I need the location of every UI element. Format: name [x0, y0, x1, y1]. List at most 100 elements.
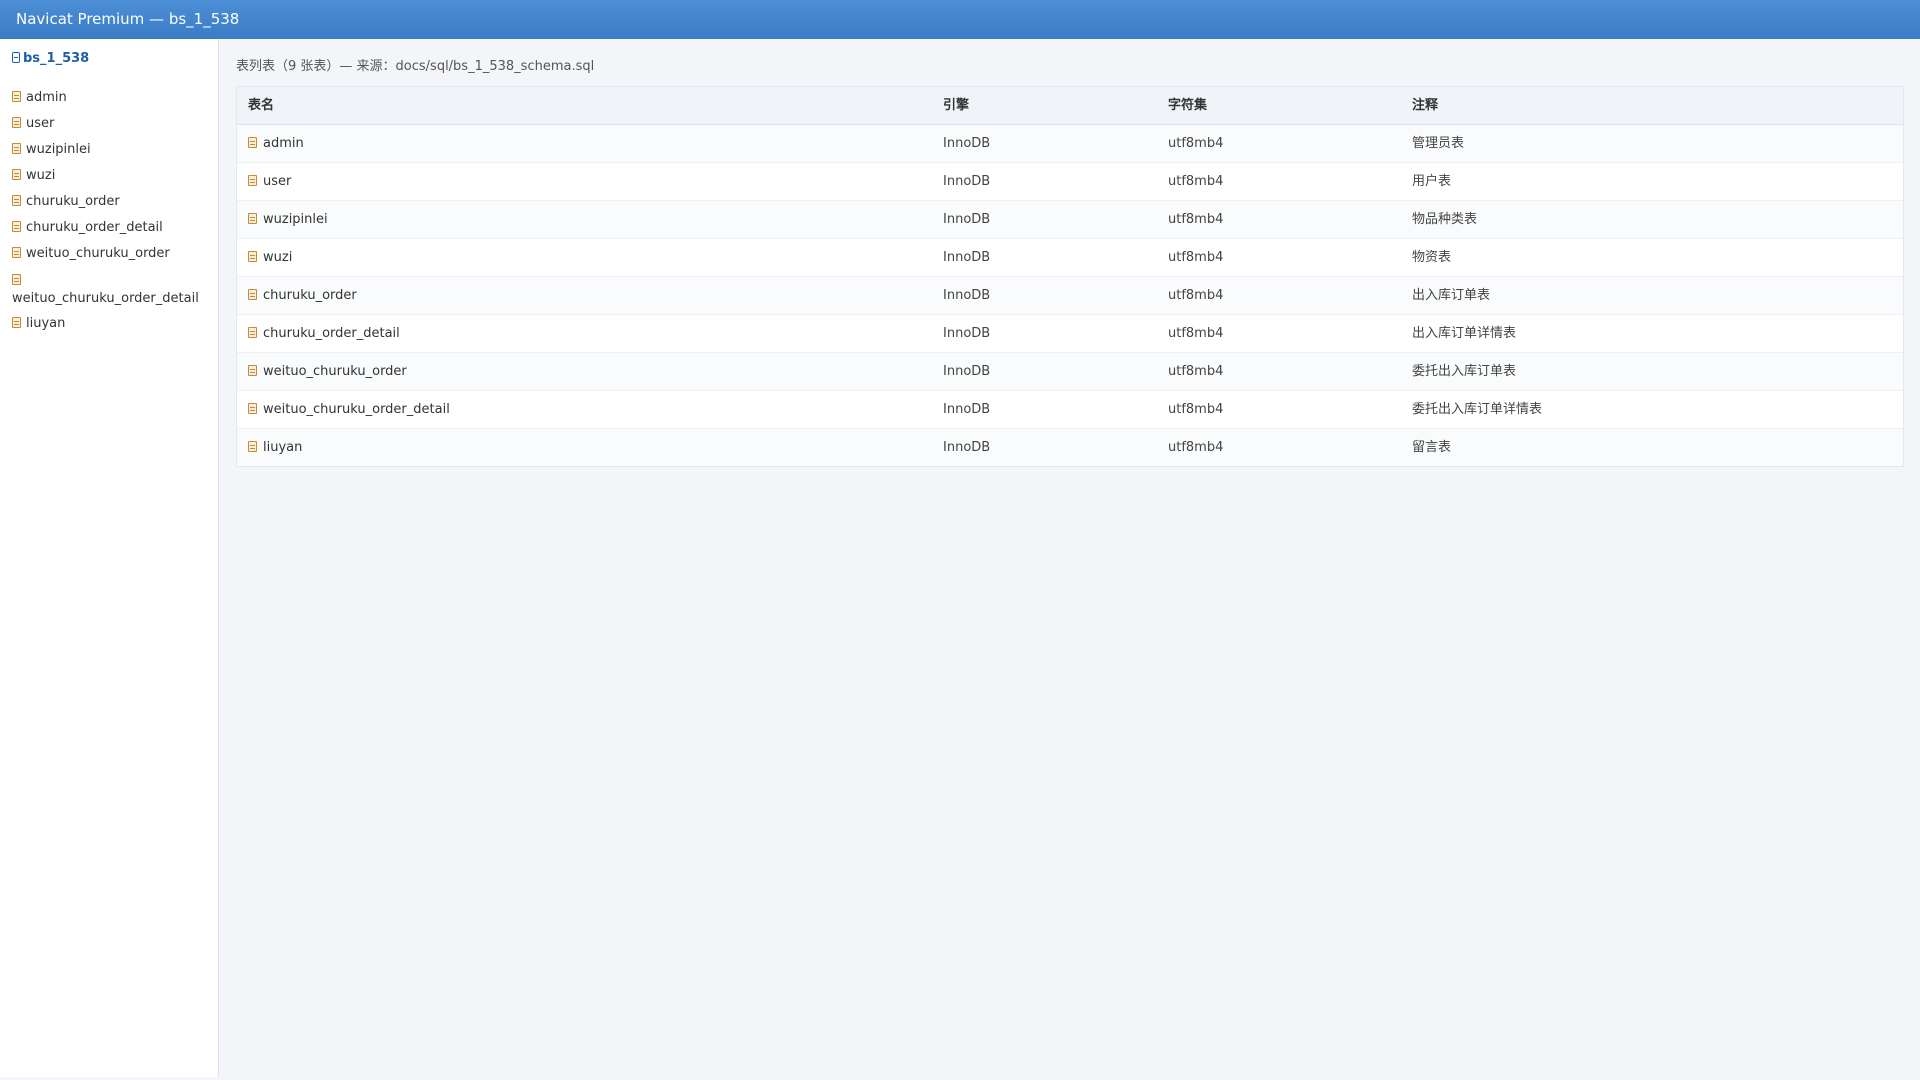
sidebar-item-churuku-order-detail[interactable]: churuku_order_detail: [12, 215, 212, 241]
table-icon: [248, 213, 257, 224]
database-icon: [12, 52, 20, 63]
sidebar-item-churuku-order[interactable]: churuku_order: [12, 189, 212, 215]
table-icon: [12, 317, 21, 328]
column-header-engine[interactable]: 引擎: [943, 87, 1168, 124]
cell-comment: 留言表: [1412, 440, 1452, 455]
cell-comment: 委托出入库订单详情表: [1412, 402, 1543, 417]
table-grid-header: 表名 引擎 字符集 注释: [237, 87, 1903, 125]
cell-table-name: liuyan: [237, 429, 943, 466]
table-name-text: wuzipinlei: [263, 212, 328, 227]
cell-comment: 物品种类表: [1412, 212, 1478, 227]
table-icon: [12, 91, 21, 102]
sidebar-item-label: user: [26, 116, 55, 131]
cell-engine: InnoDB: [943, 250, 991, 265]
cell-charset: utf8mb4: [1168, 364, 1224, 379]
column-header-comment[interactable]: 注释: [1412, 87, 1903, 124]
cell-comment: 物资表: [1412, 250, 1452, 265]
table-row[interactable]: user InnoDB utf8mb4 用户表: [237, 163, 1903, 201]
app-window: Navicat Premium — bs_1_538 bs_1_538 admi…: [0, 0, 1920, 1080]
table-icon: [248, 403, 257, 414]
cell-table-name: user: [237, 163, 943, 200]
table-name-text: wuzi: [263, 250, 293, 265]
table-icon: [12, 195, 21, 206]
cell-engine: InnoDB: [943, 136, 991, 151]
sidebar-item-weituo-churuku-order[interactable]: weituo_churuku_order: [12, 241, 212, 267]
sidebar-database-root[interactable]: bs_1_538: [12, 51, 89, 66]
cell-table-name: wuzipinlei: [237, 201, 943, 238]
cell-charset: utf8mb4: [1168, 212, 1224, 227]
sidebar-item-user[interactable]: user: [12, 111, 212, 137]
table-name-text: weituo_churuku_order: [263, 364, 407, 379]
cell-table-name: churuku_order: [237, 277, 943, 314]
sidebar-item-label: wuzipinlei: [26, 142, 91, 157]
table-row[interactable]: wuzipinlei InnoDB utf8mb4 物品种类表: [237, 201, 1903, 239]
cell-charset: utf8mb4: [1168, 250, 1224, 265]
sidebar-item-weituo-churuku-order-detail[interactable]: weituo_churuku_order_detail: [12, 267, 212, 311]
table-name-text: liuyan: [263, 440, 303, 455]
sidebar: bs_1_538 admin user wuzipinlei wuzi chur…: [0, 39, 219, 1077]
table-row[interactable]: wuzi InnoDB utf8mb4 物资表: [237, 239, 1903, 277]
table-icon: [12, 221, 21, 232]
cell-table-name: wuzi: [237, 239, 943, 276]
sidebar-item-label: liuyan: [26, 316, 66, 331]
table-icon: [248, 251, 257, 262]
cell-engine: InnoDB: [943, 402, 991, 417]
table-icon: [12, 169, 21, 180]
table-icon: [248, 175, 257, 186]
cell-charset: utf8mb4: [1168, 288, 1224, 303]
sidebar-item-wuzi[interactable]: wuzi: [12, 163, 212, 189]
table-icon: [12, 143, 21, 154]
table-name-text: churuku_order: [263, 288, 357, 303]
cell-charset: utf8mb4: [1168, 326, 1224, 341]
table-row[interactable]: churuku_order_detail InnoDB utf8mb4 出入库订…: [237, 315, 1903, 353]
cell-engine: InnoDB: [943, 288, 991, 303]
table-row[interactable]: churuku_order InnoDB utf8mb4 出入库订单表: [237, 277, 1903, 315]
database-name: bs_1_538: [23, 51, 90, 66]
table-icon: [12, 247, 21, 258]
sidebar-item-label: admin: [26, 90, 67, 105]
cell-table-name: weituo_churuku_order: [237, 353, 943, 390]
cell-comment: 委托出入库订单表: [1412, 364, 1517, 379]
cell-comment: 出入库订单表: [1412, 288, 1491, 303]
column-header-name[interactable]: 表名: [237, 87, 943, 124]
sidebar-item-label: churuku_order: [26, 194, 120, 209]
table-name-text: weituo_churuku_order_detail: [263, 402, 450, 417]
cell-engine: InnoDB: [943, 326, 991, 341]
column-header-charset[interactable]: 字符集: [1168, 87, 1412, 124]
cell-table-name: weituo_churuku_order_detail: [237, 391, 943, 428]
table-row[interactable]: weituo_churuku_order_detail InnoDB utf8m…: [237, 391, 1903, 429]
sidebar-item-admin[interactable]: admin: [12, 85, 212, 111]
table-row[interactable]: admin InnoDB utf8mb4 管理员表: [237, 125, 1903, 163]
cell-engine: InnoDB: [943, 174, 991, 189]
cell-comment: 用户表: [1412, 174, 1452, 189]
cell-charset: utf8mb4: [1168, 402, 1224, 417]
table-icon: [12, 117, 21, 128]
table-icon: [248, 137, 257, 148]
table-name-text: user: [263, 174, 292, 189]
table-icon: [248, 441, 257, 452]
sidebar-item-liuyan[interactable]: liuyan: [12, 311, 212, 337]
table-grid: 表名 引擎 字符集 注释 admin InnoDB utf8mb4 管理员表 u…: [236, 86, 1904, 467]
table-icon: [248, 327, 257, 338]
cell-engine: InnoDB: [943, 440, 991, 455]
sidebar-item-label: wuzi: [26, 168, 56, 183]
cell-table-name: admin: [237, 125, 943, 162]
table-list-caption: 表列表（9 张表）— 来源：docs/sql/bs_1_538_schema.s…: [236, 59, 595, 74]
table-name-text: admin: [263, 136, 304, 151]
window-title: Navicat Premium — bs_1_538: [16, 10, 240, 28]
cell-table-name: churuku_order_detail: [237, 315, 943, 352]
table-tree: admin user wuzipinlei wuzi churuku_order…: [12, 85, 212, 337]
table-icon: [248, 365, 257, 376]
cell-engine: InnoDB: [943, 212, 991, 227]
cell-comment: 管理员表: [1412, 136, 1465, 151]
sidebar-item-label: weituo_churuku_order: [26, 246, 170, 261]
table-name-text: churuku_order_detail: [263, 326, 400, 341]
sidebar-item-label: weituo_churuku_order_detail: [12, 291, 199, 306]
table-row[interactable]: weituo_churuku_order InnoDB utf8mb4 委托出入…: [237, 353, 1903, 391]
title-bar: Navicat Premium — bs_1_538: [0, 0, 1920, 39]
table-row[interactable]: liuyan InnoDB utf8mb4 留言表: [237, 429, 1903, 466]
sidebar-item-wuzipinlei[interactable]: wuzipinlei: [12, 137, 212, 163]
cell-comment: 出入库订单详情表: [1412, 326, 1517, 341]
cell-charset: utf8mb4: [1168, 440, 1224, 455]
table-icon: [248, 289, 257, 300]
